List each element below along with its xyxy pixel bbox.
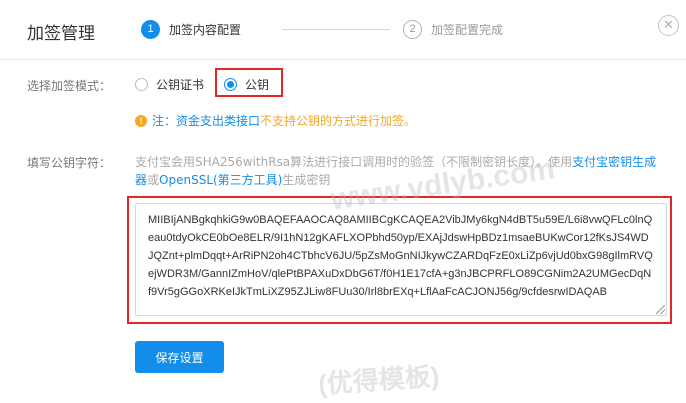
radio-circle-icon[interactable] [135, 78, 148, 91]
radio-cert[interactable]: 公钥证书 [135, 76, 204, 93]
save-button[interactable]: 保存设置 [135, 341, 224, 373]
hint-text-3: 生成密钥 [282, 173, 331, 187]
watermark-brand: (优得模板) [317, 360, 441, 400]
step-connector [282, 29, 390, 30]
mode-label: 选择加签模式： [27, 79, 112, 93]
hint-text-2: 或 [147, 173, 160, 187]
hint-text-1: 支付宝会用SHA256withRsa算法进行接口调用时的验签（不限制密钥长度）。… [135, 155, 573, 169]
step-2-label: 加签配置完成 [431, 22, 504, 37]
notice-text-primary: 注：资金支出类接口 [152, 114, 261, 128]
page-header: 加签管理 1 加签内容配置 2 加签配置完成 ✕ [0, 0, 686, 60]
key-hint: 支付宝会用SHA256withRsa算法进行接口调用时的验签（不限制密钥长度）。… [135, 153, 663, 189]
highlight-frame-radio [215, 68, 283, 97]
step-1-number: 1 [141, 19, 160, 39]
notice: ! 注：资金支出类接口 不支持公钥的方式进行加签。 [135, 112, 416, 129]
notice-text-warning: 不支持公钥的方式进行加签。 [260, 114, 417, 128]
close-icon[interactable]: ✕ [658, 15, 679, 36]
step-2-number: 2 [403, 19, 422, 39]
page-title: 加签管理 [27, 24, 95, 44]
warning-icon: ! [135, 114, 147, 127]
step-1-label: 加签内容配置 [169, 22, 242, 37]
radio-cert-label: 公钥证书 [156, 78, 205, 92]
key-label: 填写公钥字符： [27, 156, 112, 170]
step-1: 1 加签内容配置 [141, 19, 241, 39]
step-2: 2 加签配置完成 [403, 19, 503, 39]
public-key-textarea[interactable]: MIIBIjANBgkqhkiG9w0BAQEFAAOCAQ8AMIIBCgKC… [135, 203, 667, 316]
resize-handle-icon[interactable] [656, 305, 665, 314]
openssl-link[interactable]: OpenSSL(第三方工具) [159, 173, 282, 187]
